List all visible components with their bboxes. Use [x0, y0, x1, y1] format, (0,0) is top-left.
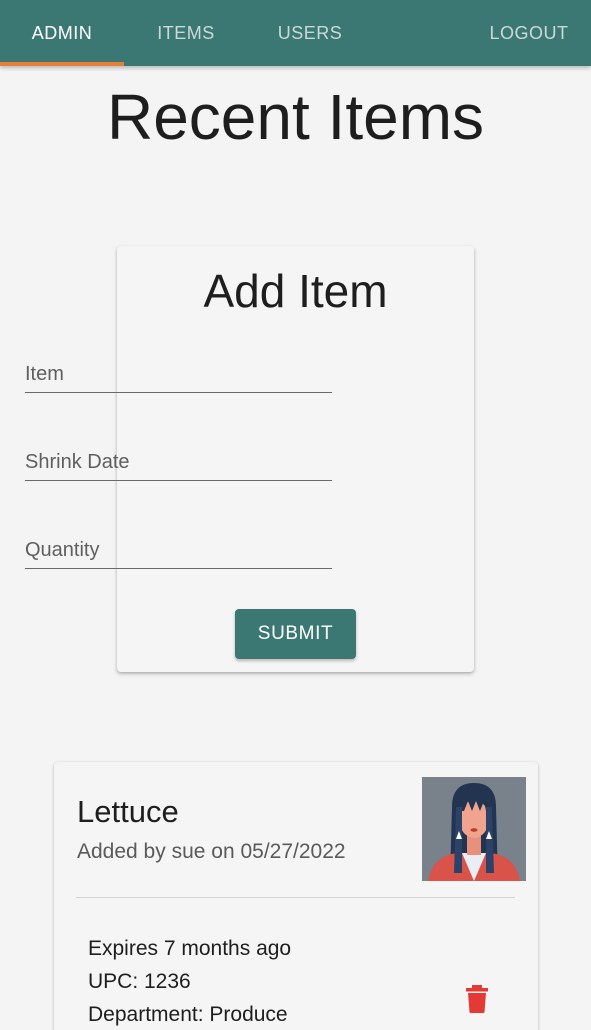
- item-name: Lettuce: [77, 794, 179, 829]
- delete-item-button[interactable]: [458, 980, 496, 1018]
- tab-items[interactable]: ITEMS: [124, 0, 248, 66]
- top-nav-bar: ADMIN ITEMS USERS LOGOUT: [0, 0, 591, 66]
- page-title: Recent Items: [106, 81, 485, 153]
- item-added-by: Added by sue on 05/27/2022: [77, 840, 346, 863]
- submit-button[interactable]: SUBMIT: [235, 609, 356, 659]
- item-input[interactable]: [25, 353, 332, 392]
- quantity-input[interactable]: [25, 529, 332, 568]
- user-avatar-icon: [422, 777, 526, 881]
- shrink-date-input[interactable]: [25, 441, 332, 480]
- item-expires: Expires 7 months ago: [88, 937, 292, 960]
- logout-button[interactable]: LOGOUT: [467, 0, 591, 66]
- shrink-date-field: [25, 441, 332, 481]
- item-field: [25, 353, 332, 393]
- item-department: Department: Produce: [88, 1003, 288, 1026]
- active-tab-indicator: [0, 62, 124, 66]
- quantity-field: [25, 529, 332, 569]
- trash-icon: [466, 985, 488, 1013]
- item-upc: UPC: 1236: [88, 970, 191, 993]
- tab-users[interactable]: USERS: [248, 0, 372, 66]
- add-item-title: Add Item: [203, 265, 388, 317]
- tab-admin[interactable]: ADMIN: [0, 0, 124, 66]
- item-card-divider: [76, 897, 515, 898]
